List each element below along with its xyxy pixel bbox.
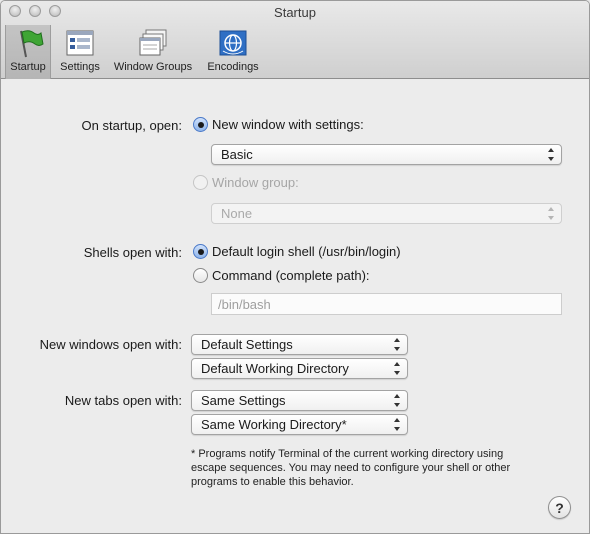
new-windows-settings-popup[interactable]: Default Settings [191,334,408,355]
new-windows-label: New windows open with: [39,337,182,352]
chevron-updown-icon [393,394,401,407]
command-path-field[interactable]: /bin/bash [211,293,562,315]
settings-icon [66,30,94,56]
chevron-updown-icon [547,207,555,220]
toolbar: Startup Startup Settings Window Groups E… [1,1,589,79]
toolbar-item-settings[interactable]: Settings [56,25,104,79]
startup-settings-value: Basic [221,147,253,162]
chevron-updown-icon [393,418,401,431]
command-path-placeholder: /bin/bash [218,296,271,312]
chevron-updown-icon [547,148,555,161]
new-tabs-directory-value: Same Working Directory* [201,417,347,432]
new-window-radio[interactable] [193,117,208,132]
chevron-updown-icon [393,362,401,375]
new-tabs-settings-value: Same Settings [201,393,286,408]
new-tabs-label: New tabs open with: [64,393,182,408]
help-icon: ? [555,499,564,516]
toolbar-item-label: Settings [60,61,100,73]
chevron-updown-icon [393,338,401,351]
toolbar-item-label: Window Groups [113,61,193,73]
help-button[interactable]: ? [548,496,571,519]
footnote-line: programs to enable this behavior. [191,476,354,488]
default-shell-option-label: Default login shell (/usr/bin/login) [212,244,401,259]
toolbar-item-label: Encodings [207,61,259,73]
new-windows-directory-value: Default Working Directory [201,361,349,376]
footnote-line: escape sequences. You may need to config… [191,462,511,474]
startup-label: On startup, open: [81,118,182,133]
toolbar-item-window-groups[interactable]: Window Groups [109,25,197,79]
new-windows-directory-popup[interactable]: Default Working Directory [191,358,408,379]
new-window-option-label: New window with settings: [212,117,364,132]
command-option[interactable]: Command (complete path): [193,268,370,283]
encodings-globe-icon [219,30,247,56]
working-directory-footnote: * Programs notify Terminal of the curren… [191,447,571,489]
command-option-label: Command (complete path): [212,268,370,283]
window-group-radio[interactable] [193,175,208,190]
window-group-value: None [221,206,253,221]
window-groups-icon [139,29,167,56]
new-window-option[interactable]: New window with settings: [193,117,364,132]
new-tabs-settings-popup[interactable]: Same Settings [191,390,408,411]
shells-label: Shells open with: [83,245,182,260]
footnote-line: * Programs notify Terminal of the curren… [191,448,504,460]
window-group-popup[interactable]: None [211,203,562,224]
toolbar-item-label: Startup [10,61,46,73]
window-group-option-label: Window group: [212,175,299,190]
startup-flag-icon [20,30,44,58]
window-group-option[interactable]: Window group: [193,175,299,190]
toolbar-item-startup[interactable]: Startup [5,25,51,79]
preferences-window: Startup Startup Settings Window Groups E… [0,0,590,534]
default-shell-option[interactable]: Default login shell (/usr/bin/login) [193,244,401,259]
default-shell-radio[interactable] [193,244,208,259]
startup-settings-popup[interactable]: Basic [211,144,562,165]
new-windows-settings-value: Default Settings [201,337,293,352]
toolbar-item-encodings[interactable]: Encodings [203,25,263,79]
new-tabs-directory-popup[interactable]: Same Working Directory* [191,414,408,435]
command-radio[interactable] [193,268,208,283]
window-title: Startup [274,5,316,20]
